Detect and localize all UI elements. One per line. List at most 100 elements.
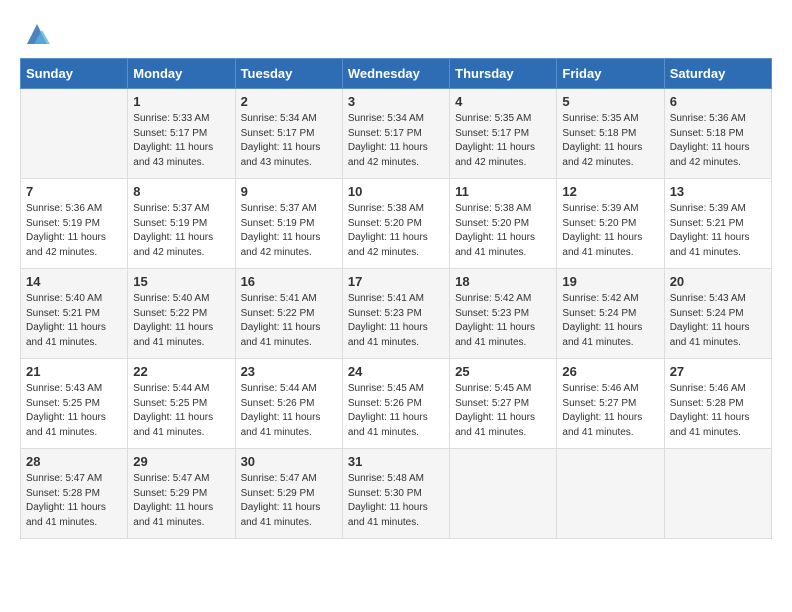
calendar-cell: 21 Sunrise: 5:43 AM Sunset: 5:25 PM Dayli… — [21, 359, 128, 449]
day-info: Sunrise: 5:46 AM Sunset: 5:28 PM Dayligh… — [670, 382, 766, 440]
calendar-cell: 30Sunrise: 5:47 AM Sunset: 5:29 PM Dayli… — [235, 449, 342, 539]
calendar-cell: 23Sunrise: 5:44 AM Sunset: 5:26 PM Dayli… — [235, 359, 342, 449]
calendar-cell: 20 Sunrise: 5:43 AM Sunset: 5:24 PM Dayli… — [664, 269, 771, 359]
logo-icon — [22, 20, 52, 48]
calendar-cell — [450, 449, 557, 539]
day-info: Sunrise: 5:40 AM Sunset: 5:21 PM Dayligh… — [26, 292, 122, 350]
day-number: 19 — [562, 274, 658, 289]
day-info: Sunrise: 5:47 AM Sunset: 5:28 PM Dayligh… — [26, 472, 122, 530]
calendar-cell: 18 Sunrise: 5:42 AM Sunset: 5:23 PM Dayli… — [450, 269, 557, 359]
day-info: Sunrise: 5:43 AM Sunset: 5:24 PM Dayligh… — [670, 292, 766, 350]
weekday-header-sunday: Sunday — [21, 59, 128, 89]
calendar-cell — [664, 449, 771, 539]
day-number: 14 — [26, 274, 122, 289]
calendar-cell — [557, 449, 664, 539]
day-number: 10 — [348, 184, 444, 199]
day-number: 15 — [133, 274, 229, 289]
calendar-cell: 4 Sunrise: 5:35 AM Sunset: 5:17 PM Daylig… — [450, 89, 557, 179]
calendar-cell: 24Sunrise: 5:45 AM Sunset: 5:26 PM Dayli… — [342, 359, 449, 449]
weekday-header-thursday: Thursday — [450, 59, 557, 89]
weekday-header-row: SundayMondayTuesdayWednesdayThursdayFrid… — [21, 59, 772, 89]
day-info: Sunrise: 5:33 AM Sunset: 5:17 PM Dayligh… — [133, 112, 229, 170]
weekday-header-friday: Friday — [557, 59, 664, 89]
day-number: 28 — [26, 454, 122, 469]
calendar-cell: 31 Sunrise: 5:48 AM Sunset: 5:30 PM Dayli… — [342, 449, 449, 539]
day-info: Sunrise: 5:36 AM Sunset: 5:19 PM Dayligh… — [26, 202, 122, 260]
day-number: 18 — [455, 274, 551, 289]
day-info: Sunrise: 5:37 AM Sunset: 5:19 PM Dayligh… — [133, 202, 229, 260]
day-info: Sunrise: 5:39 AM Sunset: 5:21 PM Dayligh… — [670, 202, 766, 260]
day-number: 21 — [26, 364, 122, 379]
day-info: Sunrise: 5:42 AM Sunset: 5:23 PM Dayligh… — [455, 292, 551, 350]
day-info: Sunrise: 5:43 AM Sunset: 5:25 PM Dayligh… — [26, 382, 122, 440]
day-number: 8 — [133, 184, 229, 199]
day-number: 6 — [670, 94, 766, 109]
calendar-cell: 15 Sunrise: 5:40 AM Sunset: 5:22 PM Dayli… — [128, 269, 235, 359]
calendar-cell: 6 Sunrise: 5:36 AM Sunset: 5:18 PM Daylig… — [664, 89, 771, 179]
calendar-cell: 10 Sunrise: 5:38 AM Sunset: 5:20 PM Dayli… — [342, 179, 449, 269]
day-info: Sunrise: 5:41 AM Sunset: 5:23 PM Dayligh… — [348, 292, 444, 350]
calendar-cell: 9 Sunrise: 5:37 AM Sunset: 5:19 PM Daylig… — [235, 179, 342, 269]
calendar-week-3: 14 Sunrise: 5:40 AM Sunset: 5:21 PM Dayli… — [21, 269, 772, 359]
weekday-header-saturday: Saturday — [664, 59, 771, 89]
day-info: Sunrise: 5:40 AM Sunset: 5:22 PM Dayligh… — [133, 292, 229, 350]
day-info: Sunrise: 5:42 AM Sunset: 5:24 PM Dayligh… — [562, 292, 658, 350]
day-number: 25 — [455, 364, 551, 379]
day-info: Sunrise: 5:48 AM Sunset: 5:30 PM Dayligh… — [348, 472, 444, 530]
day-number: 13 — [670, 184, 766, 199]
calendar-week-5: 28 Sunrise: 5:47 AM Sunset: 5:28 PM Dayli… — [21, 449, 772, 539]
day-info: Sunrise: 5:38 AM Sunset: 5:20 PM Dayligh… — [455, 202, 551, 260]
day-number: 16 — [241, 274, 337, 289]
day-number: 7 — [26, 184, 122, 199]
day-info: Sunrise: 5:35 AM Sunset: 5:17 PM Dayligh… — [455, 112, 551, 170]
calendar-header: SundayMondayTuesdayWednesdayThursdayFrid… — [21, 59, 772, 89]
calendar-cell: 14 Sunrise: 5:40 AM Sunset: 5:21 PM Dayli… — [21, 269, 128, 359]
day-number: 27 — [670, 364, 766, 379]
weekday-header-wednesday: Wednesday — [342, 59, 449, 89]
calendar-table: SundayMondayTuesdayWednesdayThursdayFrid… — [20, 58, 772, 539]
calendar-cell: 12Sunrise: 5:39 AM Sunset: 5:20 PM Dayli… — [557, 179, 664, 269]
calendar-cell: 11 Sunrise: 5:38 AM Sunset: 5:20 PM Dayli… — [450, 179, 557, 269]
calendar-cell: 13 Sunrise: 5:39 AM Sunset: 5:21 PM Dayli… — [664, 179, 771, 269]
day-number: 5 — [562, 94, 658, 109]
calendar-cell: 7 Sunrise: 5:36 AM Sunset: 5:19 PM Daylig… — [21, 179, 128, 269]
calendar-cell: 25 Sunrise: 5:45 AM Sunset: 5:27 PM Dayli… — [450, 359, 557, 449]
calendar-cell: 8 Sunrise: 5:37 AM Sunset: 5:19 PM Daylig… — [128, 179, 235, 269]
weekday-header-monday: Monday — [128, 59, 235, 89]
day-number: 20 — [670, 274, 766, 289]
calendar-cell: 22Sunrise: 5:44 AM Sunset: 5:25 PM Dayli… — [128, 359, 235, 449]
day-info: Sunrise: 5:41 AM Sunset: 5:22 PM Dayligh… — [241, 292, 337, 350]
day-info: Sunrise: 5:45 AM Sunset: 5:27 PM Dayligh… — [455, 382, 551, 440]
calendar-cell: 26Sunrise: 5:46 AM Sunset: 5:27 PM Dayli… — [557, 359, 664, 449]
day-number: 23 — [241, 364, 337, 379]
day-number: 11 — [455, 184, 551, 199]
day-info: Sunrise: 5:39 AM Sunset: 5:20 PM Dayligh… — [562, 202, 658, 260]
calendar-cell: 1Sunrise: 5:33 AM Sunset: 5:17 PM Daylig… — [128, 89, 235, 179]
calendar-cell: 16 Sunrise: 5:41 AM Sunset: 5:22 PM Dayli… — [235, 269, 342, 359]
calendar-cell: 29 Sunrise: 5:47 AM Sunset: 5:29 PM Dayli… — [128, 449, 235, 539]
calendar-week-2: 7 Sunrise: 5:36 AM Sunset: 5:19 PM Daylig… — [21, 179, 772, 269]
day-info: Sunrise: 5:35 AM Sunset: 5:18 PM Dayligh… — [562, 112, 658, 170]
calendar-cell: 2Sunrise: 5:34 AM Sunset: 5:17 PM Daylig… — [235, 89, 342, 179]
day-number: 22 — [133, 364, 229, 379]
calendar-cell: 27 Sunrise: 5:46 AM Sunset: 5:28 PM Dayli… — [664, 359, 771, 449]
day-number: 9 — [241, 184, 337, 199]
day-number: 26 — [562, 364, 658, 379]
day-info: Sunrise: 5:37 AM Sunset: 5:19 PM Dayligh… — [241, 202, 337, 260]
day-info: Sunrise: 5:36 AM Sunset: 5:18 PM Dayligh… — [670, 112, 766, 170]
day-number: 3 — [348, 94, 444, 109]
calendar-cell: 28 Sunrise: 5:47 AM Sunset: 5:28 PM Dayli… — [21, 449, 128, 539]
day-number: 31 — [348, 454, 444, 469]
day-number: 17 — [348, 274, 444, 289]
day-number: 29 — [133, 454, 229, 469]
day-number: 4 — [455, 94, 551, 109]
day-info: Sunrise: 5:47 AM Sunset: 5:29 PM Dayligh… — [133, 472, 229, 530]
calendar-week-4: 21 Sunrise: 5:43 AM Sunset: 5:25 PM Dayli… — [21, 359, 772, 449]
day-info: Sunrise: 5:38 AM Sunset: 5:20 PM Dayligh… — [348, 202, 444, 260]
day-number: 30 — [241, 454, 337, 469]
day-number: 2 — [241, 94, 337, 109]
logo — [20, 20, 52, 48]
page-header — [20, 20, 772, 48]
day-number: 24 — [348, 364, 444, 379]
calendar-cell — [21, 89, 128, 179]
